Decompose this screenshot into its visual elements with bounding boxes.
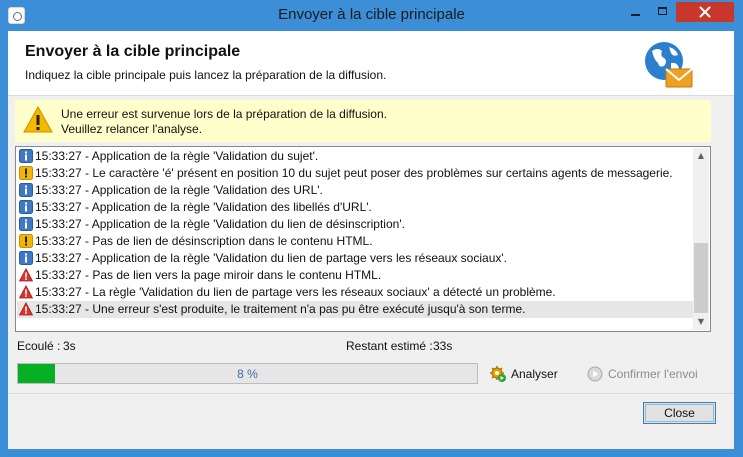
dialog-client: Envoyer à la cible principale Indiquez l… xyxy=(8,31,734,449)
error-icon xyxy=(18,301,34,316)
info-icon xyxy=(19,200,33,214)
error-icon xyxy=(18,267,34,282)
log-entry[interactable]: 15:33:27 - Application de la règle 'Vali… xyxy=(17,250,693,267)
elapsed-value: 3s xyxy=(63,339,76,353)
log-entry-text: 15:33:27 - Application de la règle 'Vali… xyxy=(35,251,507,265)
vertical-scrollbar[interactable]: ▲ ▼ xyxy=(693,148,709,330)
header-title: Envoyer à la cible principale xyxy=(25,43,241,60)
analyze-label: Analyser xyxy=(511,367,558,381)
info-icon xyxy=(19,251,33,265)
log-entry[interactable]: 15:33:27 - Pas de lien de désinscription… xyxy=(17,233,693,250)
log-entry-text: 15:33:27 - Application de la règle 'Vali… xyxy=(35,183,323,197)
info-icon xyxy=(19,217,33,231)
footer-divider xyxy=(8,393,734,394)
scroll-up-icon[interactable]: ▲ xyxy=(693,148,709,164)
maximize-icon xyxy=(658,7,667,15)
log-entry[interactable]: 15:33:27 - Application de la règle 'Vali… xyxy=(17,199,693,216)
warning-message-line2: Veuillez relancer l'analyse. xyxy=(61,122,203,136)
elapsed-label: Ecoulé : xyxy=(17,339,61,353)
log-entry-text: 15:33:27 - Pas de lien de désinscription… xyxy=(35,234,373,248)
remaining-label: Restant estimé : xyxy=(346,339,433,353)
info-icon xyxy=(19,149,33,163)
minimize-icon xyxy=(631,14,640,16)
log-entry[interactable]: 15:33:27 - La règle 'Validation du lien … xyxy=(17,284,693,301)
log-list[interactable]: 15:33:27 - Application de la règle 'Vali… xyxy=(15,146,711,332)
header-subtitle: Indiquez la cible principale puis lancez… xyxy=(25,68,387,82)
close-button[interactable]: Close xyxy=(643,402,716,424)
log-entry-text: 15:33:27 - La règle 'Validation du lien … xyxy=(35,285,556,299)
progress-bar: 8 % xyxy=(17,363,478,384)
confirm-play-icon xyxy=(587,366,603,382)
warning-message-line1: Une erreur est survenue lors de la prépa… xyxy=(61,107,387,121)
warning-icon xyxy=(23,105,53,133)
log-entry[interactable]: 15:33:27 - Pas de lien vers la page miro… xyxy=(17,267,693,284)
log-entry-text: 15:33:27 - Application de la règle 'Vali… xyxy=(35,200,372,214)
globe-mail-icon xyxy=(645,42,693,88)
log-entry-text: 15:33:27 - Application de la règle 'Vali… xyxy=(35,217,405,231)
scrollbar-thumb[interactable] xyxy=(694,243,708,313)
analyze-button[interactable]: Analyser xyxy=(490,364,570,384)
close-window-button[interactable] xyxy=(676,2,734,22)
dialog-header: Envoyer à la cible principale Indiquez l… xyxy=(8,31,734,96)
dialog-window: Envoyer à la cible principale Envoyer à … xyxy=(0,0,743,457)
close-icon xyxy=(699,6,711,18)
analyze-gear-icon xyxy=(490,366,506,382)
minimize-button[interactable] xyxy=(623,2,648,22)
log-entry[interactable]: 15:33:27 - Une erreur s'est produite, le… xyxy=(17,301,693,318)
log-entry[interactable]: 15:33:27 - Application de la règle 'Vali… xyxy=(17,182,693,199)
scroll-down-icon[interactable]: ▼ xyxy=(693,314,709,330)
confirm-send-label: Confirmer l'envoi xyxy=(608,367,698,381)
warning-icon xyxy=(19,234,33,248)
remaining-value: 33s xyxy=(433,339,453,353)
warning-banner: Une erreur est survenue lors de la prépa… xyxy=(15,100,711,142)
log-entry[interactable]: 15:33:27 - Application de la règle 'Vali… xyxy=(17,216,693,233)
log-entry-text: 15:33:27 - Pas de lien vers la page miro… xyxy=(35,268,382,282)
log-entry-text: 15:33:27 - Le caractère 'é' présent en p… xyxy=(35,166,673,180)
log-entry-text: 15:33:27 - Application de la règle 'Vali… xyxy=(35,149,319,163)
maximize-button[interactable] xyxy=(650,2,675,22)
title-bar[interactable]: Envoyer à la cible principale xyxy=(1,1,742,31)
log-entry[interactable]: 15:33:27 - Le caractère 'é' présent en p… xyxy=(17,165,693,182)
info-icon xyxy=(19,183,33,197)
log-entries: 15:33:27 - Application de la règle 'Vali… xyxy=(17,148,693,318)
warning-icon xyxy=(19,166,33,180)
close-button-label: Close xyxy=(664,406,695,420)
confirm-send-button[interactable]: Confirmer l'envoi xyxy=(587,364,707,384)
log-entry-text: 15:33:27 - Une erreur s'est produite, le… xyxy=(35,302,526,316)
error-icon xyxy=(18,284,34,299)
progress-label: 8 % xyxy=(237,367,258,381)
log-entry[interactable]: 15:33:27 - Application de la règle 'Vali… xyxy=(17,148,693,165)
